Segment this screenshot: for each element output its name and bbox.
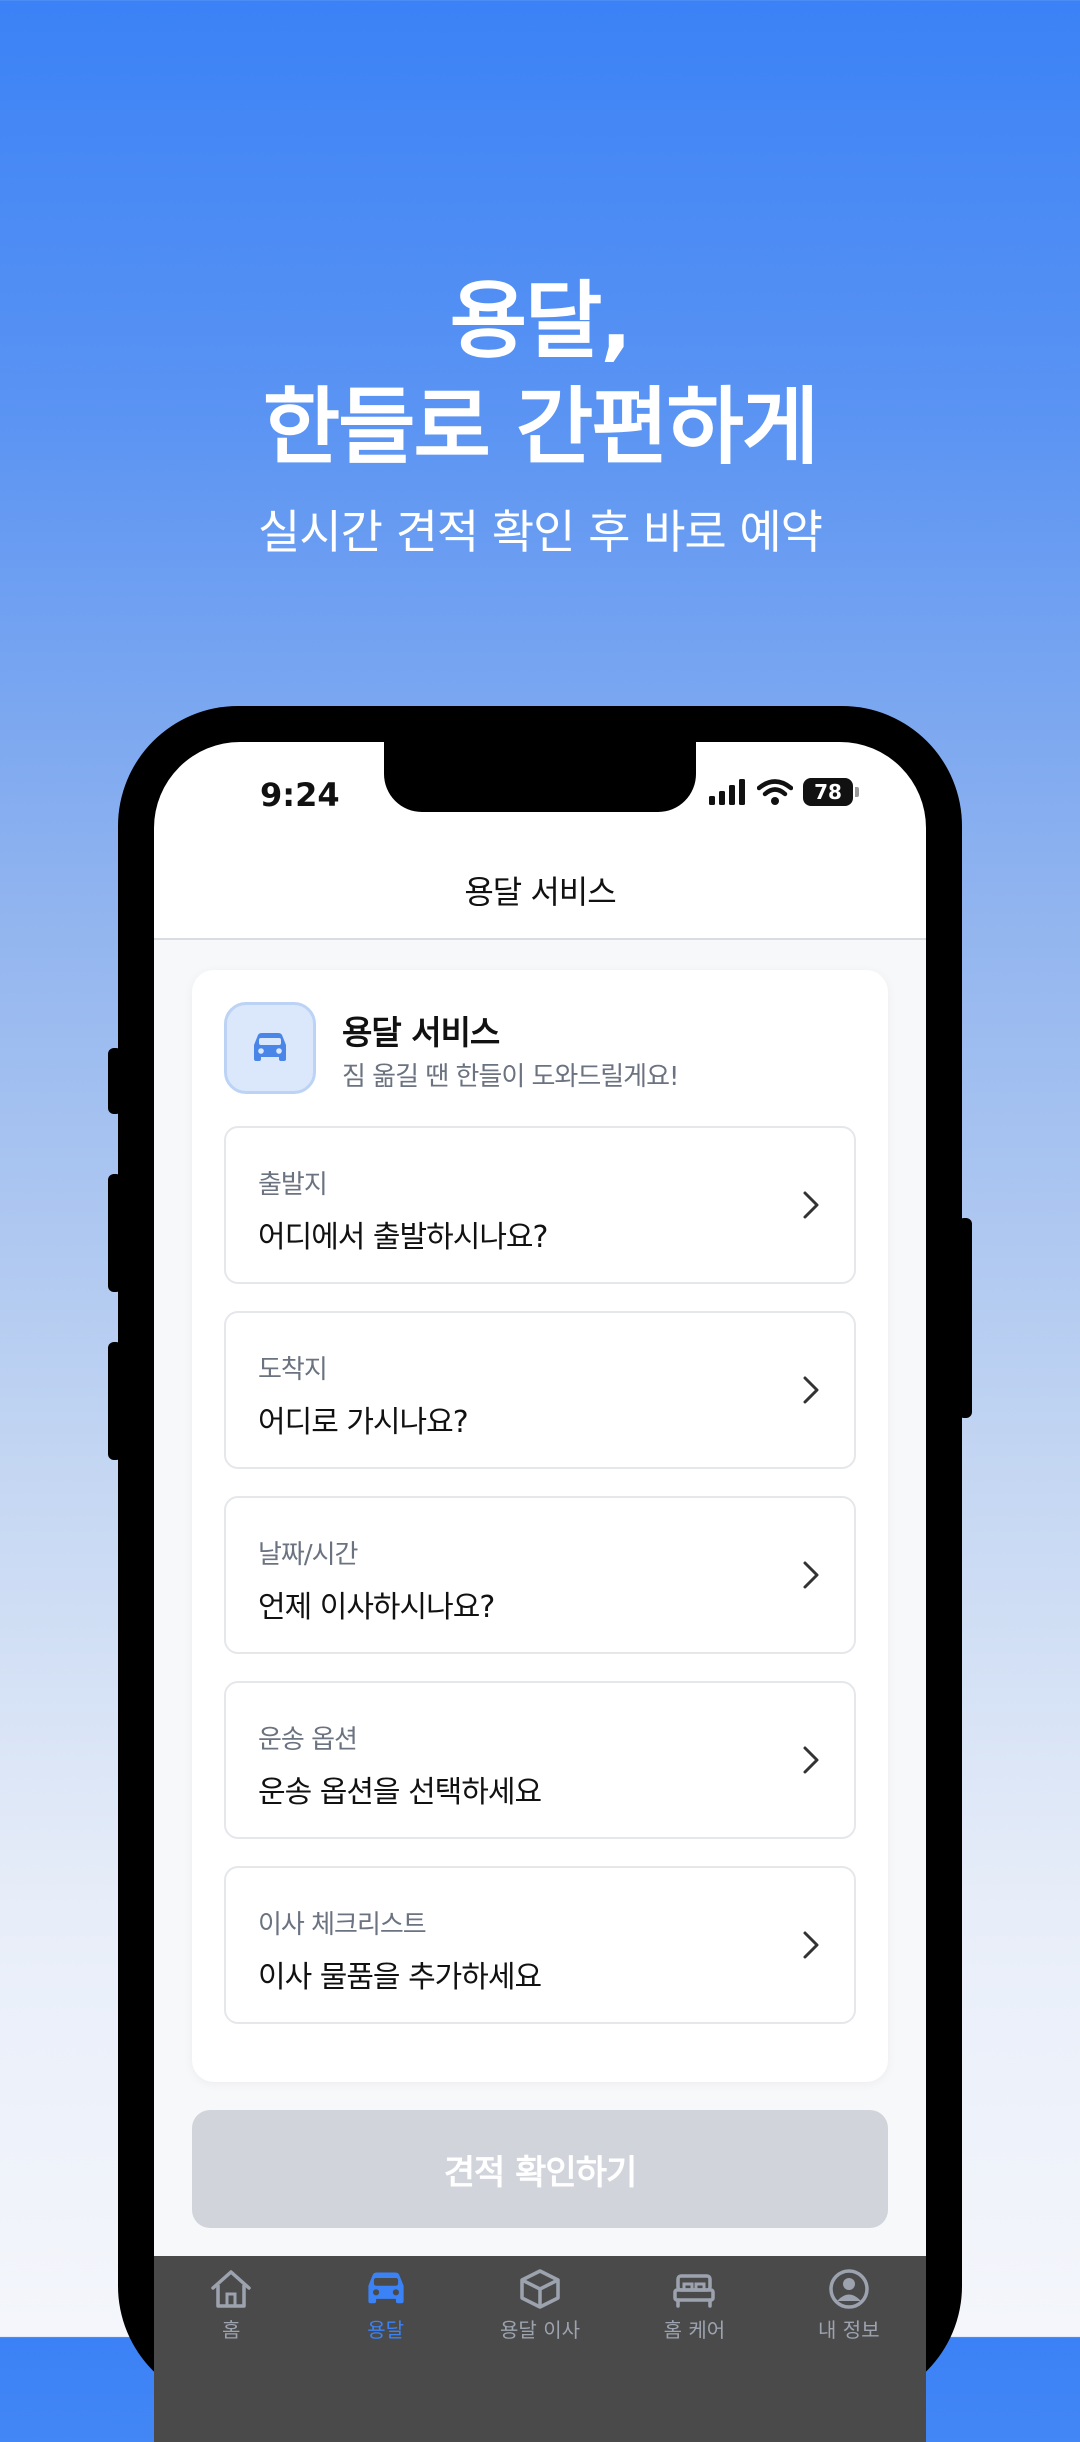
phone-frame: 9:24 78 용달 서비스 용달 서비스 짐 옮길 땐 한들이 도와드릴게요!… xyxy=(118,706,962,2442)
service-card: 용달 서비스 짐 옮길 땐 한들이 도와드릴게요! 출발지 어디에서 출발하시나… xyxy=(192,970,888,2082)
tab-home[interactable]: 홈 xyxy=(154,2256,308,2442)
chevron-right-icon xyxy=(803,1931,819,1959)
moving-checklist-field[interactable]: 이사 체크리스트 이사 물품을 추가하세요 xyxy=(224,1866,856,2024)
chevron-right-icon xyxy=(803,1561,819,1589)
field-value: 어디에서 출발하시나요? xyxy=(258,1220,548,1255)
page-title: 용달 서비스 xyxy=(464,873,616,911)
get-quote-button[interactable]: 견적 확인하기 xyxy=(192,2110,888,2228)
status-time: 9:24 xyxy=(260,776,340,814)
tab-label: 용달 이사 xyxy=(500,2318,580,2342)
status-icons: 78 xyxy=(709,778,859,806)
hero-subtitle: 실시간 견적 확인 후 바로 예약 xyxy=(258,505,823,559)
tab-home-care[interactable]: 홈 케어 xyxy=(617,2256,771,2442)
main-content: 용달 서비스 짐 옮길 땐 한들이 도와드릴게요! 출발지 어디에서 출발하시나… xyxy=(154,940,926,2270)
service-title: 용달 서비스 xyxy=(342,1013,500,1052)
box-icon xyxy=(520,2269,560,2309)
tab-delivery-moving[interactable]: 용달 이사 xyxy=(463,2256,617,2442)
hero-title-line1: 용달, xyxy=(449,272,632,370)
tab-label: 내 정보 xyxy=(818,2318,880,2342)
field-label: 이사 체크리스트 xyxy=(258,1910,427,1940)
tab-label: 홈 케어 xyxy=(663,2318,726,2342)
car-icon xyxy=(368,2272,404,2304)
hero-title: 용달, 한들로 간편하게 xyxy=(0,268,1080,480)
signal-icon xyxy=(709,779,745,805)
transport-option-field[interactable]: 운송 옵션 운송 옵션을 선택하세요 xyxy=(224,1681,856,1839)
tab-label: 용달 xyxy=(367,2318,405,2342)
notch xyxy=(384,742,696,812)
battery-tip xyxy=(855,787,859,797)
field-label: 날짜/시간 xyxy=(258,1540,358,1570)
tab-my-info[interactable]: 내 정보 xyxy=(772,2256,926,2442)
service-icon-badge xyxy=(224,1002,316,1094)
field-value: 언제 이사하시나요? xyxy=(258,1590,495,1625)
wifi-icon xyxy=(757,779,793,805)
field-label: 출발지 xyxy=(258,1170,328,1200)
battery-indicator: 78 xyxy=(803,778,853,806)
datetime-field[interactable]: 날짜/시간 언제 이사하시나요? xyxy=(224,1496,856,1654)
phone-screen: 9:24 78 용달 서비스 용달 서비스 짐 옮길 땐 한들이 도와드릴게요!… xyxy=(154,742,926,2442)
service-description: 짐 옮길 땐 한들이 도와드릴게요! xyxy=(342,1062,679,1092)
tab-delivery[interactable]: 용달 xyxy=(308,2256,462,2442)
origin-field[interactable]: 출발지 어디에서 출발하시나요? xyxy=(224,1126,856,1284)
nav-bar: 용달 서비스 xyxy=(154,842,926,940)
bed-icon xyxy=(673,2274,716,2308)
tab-bar: 홈 용달 용달 이사 홈 케어 내 정보 xyxy=(154,2256,926,2442)
field-label: 운송 옵션 xyxy=(258,1725,358,1755)
field-value: 어디로 가시나요? xyxy=(258,1405,469,1440)
user-icon xyxy=(829,2269,869,2309)
field-label: 도착지 xyxy=(258,1355,328,1385)
hero-title-line2: 한들로 간편하게 xyxy=(262,378,819,476)
field-value: 운송 옵션을 선택하세요 xyxy=(258,1775,542,1810)
chevron-right-icon xyxy=(803,1746,819,1774)
chevron-right-icon xyxy=(803,1376,819,1404)
field-value: 이사 물품을 추가하세요 xyxy=(258,1960,542,1995)
chevron-right-icon xyxy=(803,1191,819,1219)
destination-field[interactable]: 도착지 어디로 가시나요? xyxy=(224,1311,856,1469)
tab-label: 홈 xyxy=(222,2318,241,2342)
car-icon xyxy=(254,1033,286,1061)
home-icon xyxy=(211,2270,251,2308)
